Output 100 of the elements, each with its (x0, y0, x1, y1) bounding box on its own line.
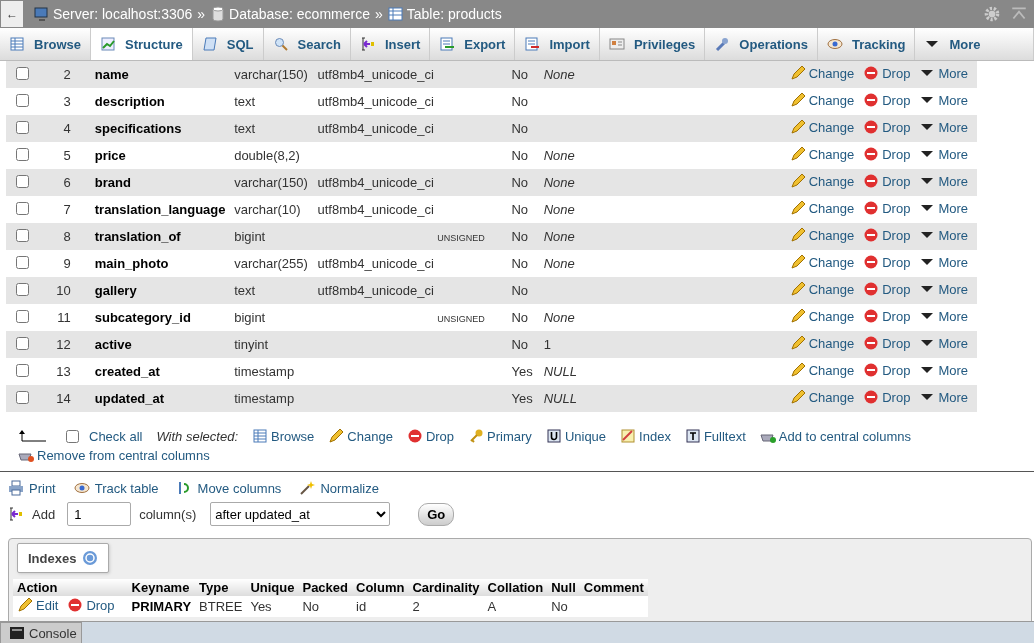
tab[interactable]: SQL (192, 28, 264, 60)
bulk-action-link[interactable]: Add to central columns (759, 428, 912, 444)
column-collation: utf8mb4_unicode_ci (317, 283, 434, 298)
row-action-link[interactable]: Change (789, 335, 855, 351)
row-action-link[interactable]: More (919, 335, 968, 351)
bulk-action-link[interactable]: Drop (406, 428, 455, 444)
column-null: No (511, 337, 529, 352)
row-action-link[interactable]: Drop (863, 92, 911, 108)
row-checkbox[interactable] (16, 309, 30, 323)
tool-link[interactable]: Track table (73, 480, 159, 496)
row-action-link[interactable]: More (919, 146, 968, 162)
row-action-link[interactable]: Change (789, 146, 855, 162)
minus-circle-icon (863, 119, 880, 135)
column-count-field[interactable]: 1 (67, 502, 132, 526)
position-dropdown[interactable]: after updated_at (210, 502, 391, 526)
tab[interactable]: Export (430, 28, 516, 60)
bulk-action-link[interactable]: Remove from central columns (18, 447, 210, 463)
column-name: name (94, 67, 129, 82)
row-action-link[interactable]: Drop (863, 119, 911, 135)
tab[interactable]: Search (263, 28, 351, 60)
bulk-action-link[interactable]: Index (620, 428, 671, 444)
row-action-link[interactable]: More (919, 227, 968, 243)
row-action-link[interactable]: More (919, 92, 968, 108)
row-checkbox[interactable] (16, 147, 30, 161)
row-action-link[interactable]: Drop (863, 65, 911, 81)
breadcrumb-link[interactable]: Database: ecommerce (229, 6, 370, 22)
row-action-link[interactable]: Change (789, 65, 855, 81)
row-checkbox[interactable] (16, 120, 30, 134)
row-action-link[interactable]: Change (789, 254, 855, 270)
row-action-link[interactable]: Drop (863, 200, 911, 216)
console-tab[interactable]: Console (0, 622, 82, 643)
row-checkbox[interactable] (16, 282, 30, 296)
bulk-action-link[interactable]: Fulltext (684, 428, 746, 444)
go-button[interactable]: Go (418, 502, 455, 526)
row-action-link[interactable]: Drop (863, 308, 911, 324)
row-checkbox[interactable] (16, 363, 30, 377)
row-action-link[interactable]: Change (789, 92, 855, 108)
minus-circle-icon (863, 227, 880, 243)
row-action-link[interactable]: Change (789, 389, 855, 405)
check-all-link[interactable]: Check all (89, 428, 143, 444)
row-action-link[interactable]: Change (789, 173, 855, 189)
row-action-link[interactable]: Drop (863, 146, 911, 162)
row-action-link[interactable]: Drop (863, 335, 911, 351)
bulk-action-link[interactable]: Change (328, 428, 393, 444)
row-checkbox[interactable] (16, 255, 30, 269)
column-name: subcategory_id (94, 310, 191, 325)
row-checkbox[interactable] (16, 228, 30, 242)
column-default: None (543, 148, 575, 163)
column-header: Cardinality (412, 580, 480, 595)
row-checkbox[interactable] (16, 174, 30, 188)
tab[interactable]: Import (515, 28, 600, 60)
tab[interactable]: Browse (0, 28, 91, 60)
check-all-checkbox[interactable] (66, 429, 79, 443)
breadcrumb-link[interactable]: Table: products (406, 6, 502, 22)
row-checkbox[interactable] (16, 336, 30, 350)
row-action-link[interactable]: Change (789, 119, 855, 135)
row-action-link[interactable]: More (919, 308, 968, 324)
column-number: 5 (63, 148, 71, 163)
row-action-link[interactable]: More (919, 119, 968, 135)
row-checkbox[interactable] (16, 93, 30, 107)
row-action-link[interactable]: More (919, 173, 968, 189)
tab[interactable]: Insert (350, 28, 431, 60)
row-action-link[interactable]: Drop (863, 227, 911, 243)
bulk-action-link[interactable]: Browse (252, 428, 315, 444)
index-action-link[interactable]: Edit (17, 597, 59, 613)
row-action-link[interactable]: More (919, 254, 968, 270)
printer-icon (8, 480, 24, 496)
row-action-link[interactable]: More (919, 281, 968, 297)
bulk-action-link[interactable]: Unique (545, 428, 607, 444)
row-action-link[interactable]: Change (789, 308, 855, 324)
row-checkbox[interactable] (16, 201, 30, 215)
row-action-link[interactable]: Change (789, 362, 855, 378)
bulk-action-link[interactable]: Primary (468, 428, 532, 444)
tab[interactable]: Privileges (599, 28, 706, 60)
row-action-link[interactable]: Change (789, 281, 855, 297)
row-action-link[interactable]: Change (789, 200, 855, 216)
row-action-link[interactable]: Drop (863, 173, 911, 189)
tab[interactable]: Structure (90, 28, 193, 60)
tab[interactable]: Tracking (817, 28, 916, 60)
wrench-icon (714, 36, 731, 52)
tool-link[interactable]: Normalize (299, 480, 379, 496)
row-action-link[interactable]: More (919, 362, 968, 378)
row-action-link[interactable]: More (919, 389, 968, 405)
row-checkbox[interactable] (16, 390, 30, 404)
tool-link[interactable]: Print (8, 480, 56, 496)
row-action-link[interactable]: Change (789, 227, 855, 243)
row-checkbox[interactable] (16, 66, 30, 80)
row-action-link[interactable]: Drop (863, 362, 911, 378)
index-action-link[interactable]: Drop (67, 597, 115, 613)
row-action-link[interactable]: Drop (863, 281, 911, 297)
row-action-link[interactable]: More (919, 200, 968, 216)
add-label: Add (32, 506, 56, 522)
row-action-link[interactable]: Drop (863, 254, 911, 270)
tab[interactable]: More (915, 28, 1034, 60)
breadcrumb-link[interactable]: Server: localhost:3306 (53, 6, 193, 22)
row-action-link[interactable]: More (919, 65, 968, 81)
row-action-link[interactable]: Drop (863, 389, 911, 405)
back-button[interactable]: ← (1, 1, 23, 27)
tool-link[interactable]: Move columns (176, 480, 282, 496)
tab[interactable]: Operations (705, 28, 818, 60)
